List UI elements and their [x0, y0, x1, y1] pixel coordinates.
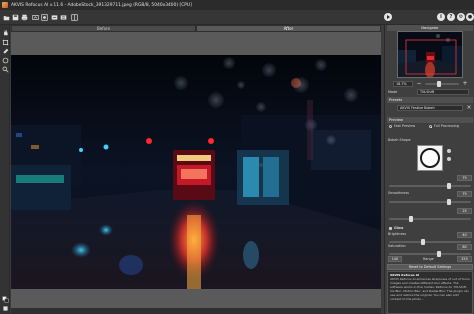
hand-icon[interactable]	[1, 28, 9, 36]
shape-option-icon[interactable]	[447, 157, 451, 161]
photo-preview	[11, 55, 381, 289]
eraser-icon[interactable]	[1, 56, 9, 64]
bokeh-shape-preview[interactable]	[417, 145, 443, 171]
brightness-value[interactable]: 40	[457, 232, 472, 238]
zoom-slider[interactable]	[425, 81, 459, 87]
radius-value[interactable]: 25	[457, 208, 472, 214]
smoothness-value[interactable]: 75	[457, 191, 472, 197]
night-street-image	[11, 55, 381, 289]
tab-after[interactable]: After	[196, 25, 381, 32]
glow-title: Glow	[394, 226, 404, 230]
mode-label: Mode	[388, 90, 398, 94]
news-icon[interactable]: ●	[466, 13, 474, 21]
settings-panel: Navigator 18.7% − + Mode Tilt-Shift Pres…	[384, 25, 474, 314]
brush-icon[interactable]	[1, 47, 9, 55]
print-icon[interactable]	[20, 13, 28, 21]
fast-preview-radio[interactable]	[389, 125, 392, 128]
shape-option-icon[interactable]	[447, 149, 451, 153]
view-tabs: Before After	[11, 25, 381, 32]
batch-icon[interactable]	[40, 13, 48, 21]
redo-icon[interactable]	[59, 13, 67, 21]
zoom-in-icon[interactable]: +	[461, 80, 469, 88]
range-high-value[interactable]: 255	[457, 256, 472, 262]
layout-icon[interactable]	[70, 13, 78, 21]
open-icon[interactable]	[2, 13, 10, 21]
full-processing-radio[interactable]	[429, 125, 432, 128]
presets-header: Presets	[387, 97, 473, 103]
fast-preview-label: Fast Preview	[394, 124, 416, 128]
full-processing-label: Full Processing	[434, 124, 459, 128]
run-icon[interactable]	[384, 13, 392, 21]
help-icon[interactable]: ?	[447, 13, 455, 21]
saturation-label: Saturation	[388, 244, 406, 248]
tab-before[interactable]: Before	[11, 25, 196, 32]
app-window: AKVIS Refocus AI v.11.6 - AdobeStock_391…	[0, 0, 474, 314]
crop-icon[interactable]	[1, 38, 9, 46]
mode-select[interactable]: Tilt-Shift	[417, 89, 469, 95]
navigator-thumbnail[interactable]	[397, 31, 463, 78]
glow-checkbox[interactable]	[389, 227, 392, 230]
zoom-icon[interactable]	[1, 65, 9, 73]
bokeh-circle-icon	[420, 148, 440, 168]
zoom-select[interactable]: 18.7%	[393, 81, 413, 87]
about-icon[interactable]: i	[437, 13, 445, 21]
about-text: AKVIS Refocus AI enhances sharpness of o…	[390, 277, 470, 301]
window-title: AKVIS Refocus AI v.11.6 - AdobeStock_391…	[11, 2, 192, 8]
save-icon[interactable]	[11, 13, 19, 21]
image-canvas[interactable]	[11, 32, 381, 308]
saturation-slider[interactable]	[389, 251, 471, 257]
status-bar	[11, 308, 381, 314]
title-bar: AKVIS Refocus AI v.11.6 - AdobeStock_391…	[0, 0, 474, 10]
undo-icon[interactable]	[50, 13, 58, 21]
bokeh-shape-label: Bokeh Shape:	[388, 138, 412, 142]
left-toolbar	[0, 25, 10, 314]
range-low-value[interactable]: 140	[388, 256, 402, 262]
app-logo-icon	[2, 2, 8, 8]
share-icon[interactable]	[31, 13, 39, 21]
smoothness-label: Smoothness	[388, 191, 409, 195]
brightness-label: Brightness	[388, 232, 407, 236]
zoom-out-icon[interactable]: −	[415, 80, 423, 88]
smoothness-slider[interactable]	[389, 199, 471, 205]
about-box: AKVIS Refocus AI AKVIS Refocus AI enhanc…	[387, 271, 473, 314]
reset-defaults-button[interactable]: Reset to Default Settings	[387, 264, 473, 270]
presets-select[interactable]: AKVIS Festive Bokeh	[397, 105, 463, 111]
blur-value[interactable]: 75	[457, 175, 472, 181]
delete-preset-icon[interactable]: ×	[465, 104, 473, 112]
preview-header: Preview	[387, 117, 473, 123]
brightness-slider[interactable]	[389, 239, 471, 245]
range-label: Range	[423, 257, 434, 261]
swap-icon[interactable]	[1, 304, 9, 312]
navigator-preview-image	[398, 32, 462, 77]
color-swatch-icon[interactable]	[1, 295, 9, 303]
blur-slider[interactable]	[389, 183, 471, 189]
settings-icon[interactable]: ⚙	[457, 13, 465, 21]
toolbar: i ? ⚙ ●	[0, 10, 474, 25]
saturation-value[interactable]: 60	[457, 244, 472, 250]
radius-slider[interactable]	[389, 216, 471, 222]
